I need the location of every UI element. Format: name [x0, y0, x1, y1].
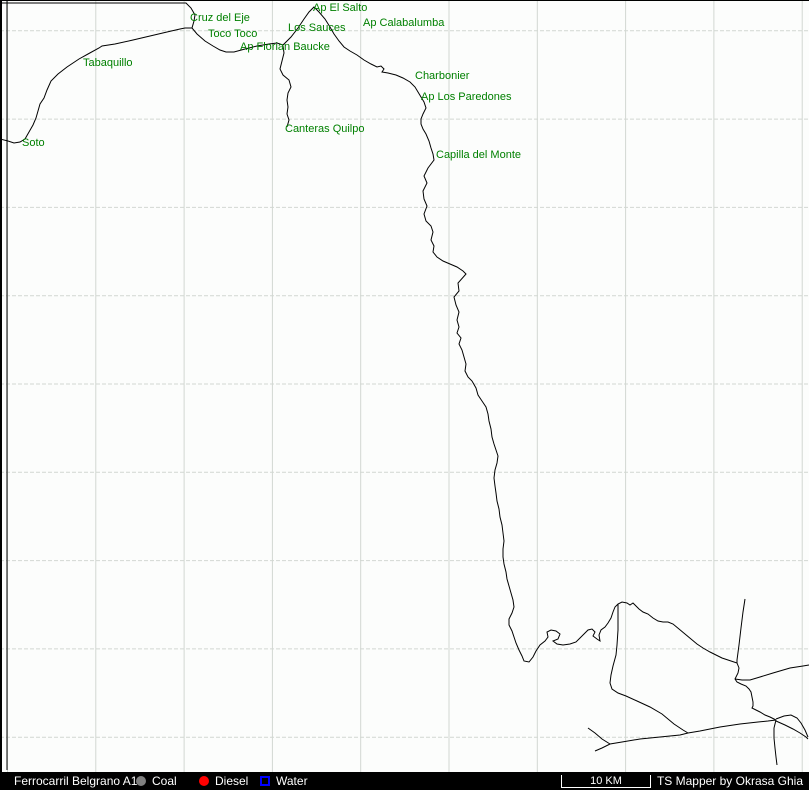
coal-marker-icon — [136, 776, 146, 786]
station-label-ap-el-salto: Ap El Salto — [313, 3, 367, 14]
scale-bar: 10 KM — [561, 775, 651, 788]
diesel-marker-icon — [199, 776, 209, 786]
track-south-diagonal — [610, 604, 688, 733]
track-long-valley-line — [595, 720, 776, 751]
track-east-v-lower — [776, 721, 808, 739]
water-marker-icon — [260, 776, 270, 786]
station-label-toco-toco: Toco Toco — [208, 29, 257, 40]
grid-lines — [0, 0, 809, 772]
track-east-line — [735, 665, 809, 680]
track-canteras-quilpo-branch — [280, 46, 291, 127]
station-label-cruz-del-eje: Cruz del Eje — [190, 13, 250, 24]
credit-text: TS Mapper by Okrasa Ghia — [657, 772, 803, 790]
legend-label-coal: Coal — [152, 772, 177, 790]
station-label-los-sauces: Los Sauces — [288, 23, 345, 34]
legend-label-diesel: Diesel — [215, 772, 248, 790]
legend-label-water: Water — [276, 772, 308, 790]
track-fork-spur — [588, 728, 610, 744]
station-label-capilla-del-monte: Capilla del Monte — [436, 150, 521, 161]
route-map-canvas — [0, 0, 809, 772]
track-lines — [0, 0, 809, 770]
track-northeast-diagonal — [737, 599, 745, 663]
status-bar: Ferrocarril Belgrano A1 Coal Diesel Wate… — [0, 772, 809, 790]
station-label-soto: Soto — [22, 138, 45, 149]
scale-label: 10 KM — [590, 775, 622, 787]
station-label-ap-florian-baucke: Ap Florian Baucke — [240, 42, 330, 53]
map-viewport[interactable]: Cruz del Eje Toco Toco Ap El Salto Los Sauc… — [0, 0, 809, 772]
track-main-line — [0, 3, 776, 720]
track-east-v-upper — [776, 715, 808, 737]
station-label-tabaquillo: Tabaquillo — [83, 58, 133, 69]
station-label-charbonier: Charbonier — [415, 71, 469, 82]
track-junction-drop-line — [774, 720, 777, 765]
station-label-ap-calabalumba: Ap Calabalumba — [363, 18, 444, 29]
station-label-ap-los-paredones: Ap Los Paredones — [421, 92, 512, 103]
station-label-canteras-quilpo: Canteras Quilpo — [285, 124, 365, 135]
route-name: Ferrocarril Belgrano A1 — [14, 772, 137, 790]
ts-mapper-window: Cruz del Eje Toco Toco Ap El Salto Los Sauc… — [0, 0, 809, 790]
